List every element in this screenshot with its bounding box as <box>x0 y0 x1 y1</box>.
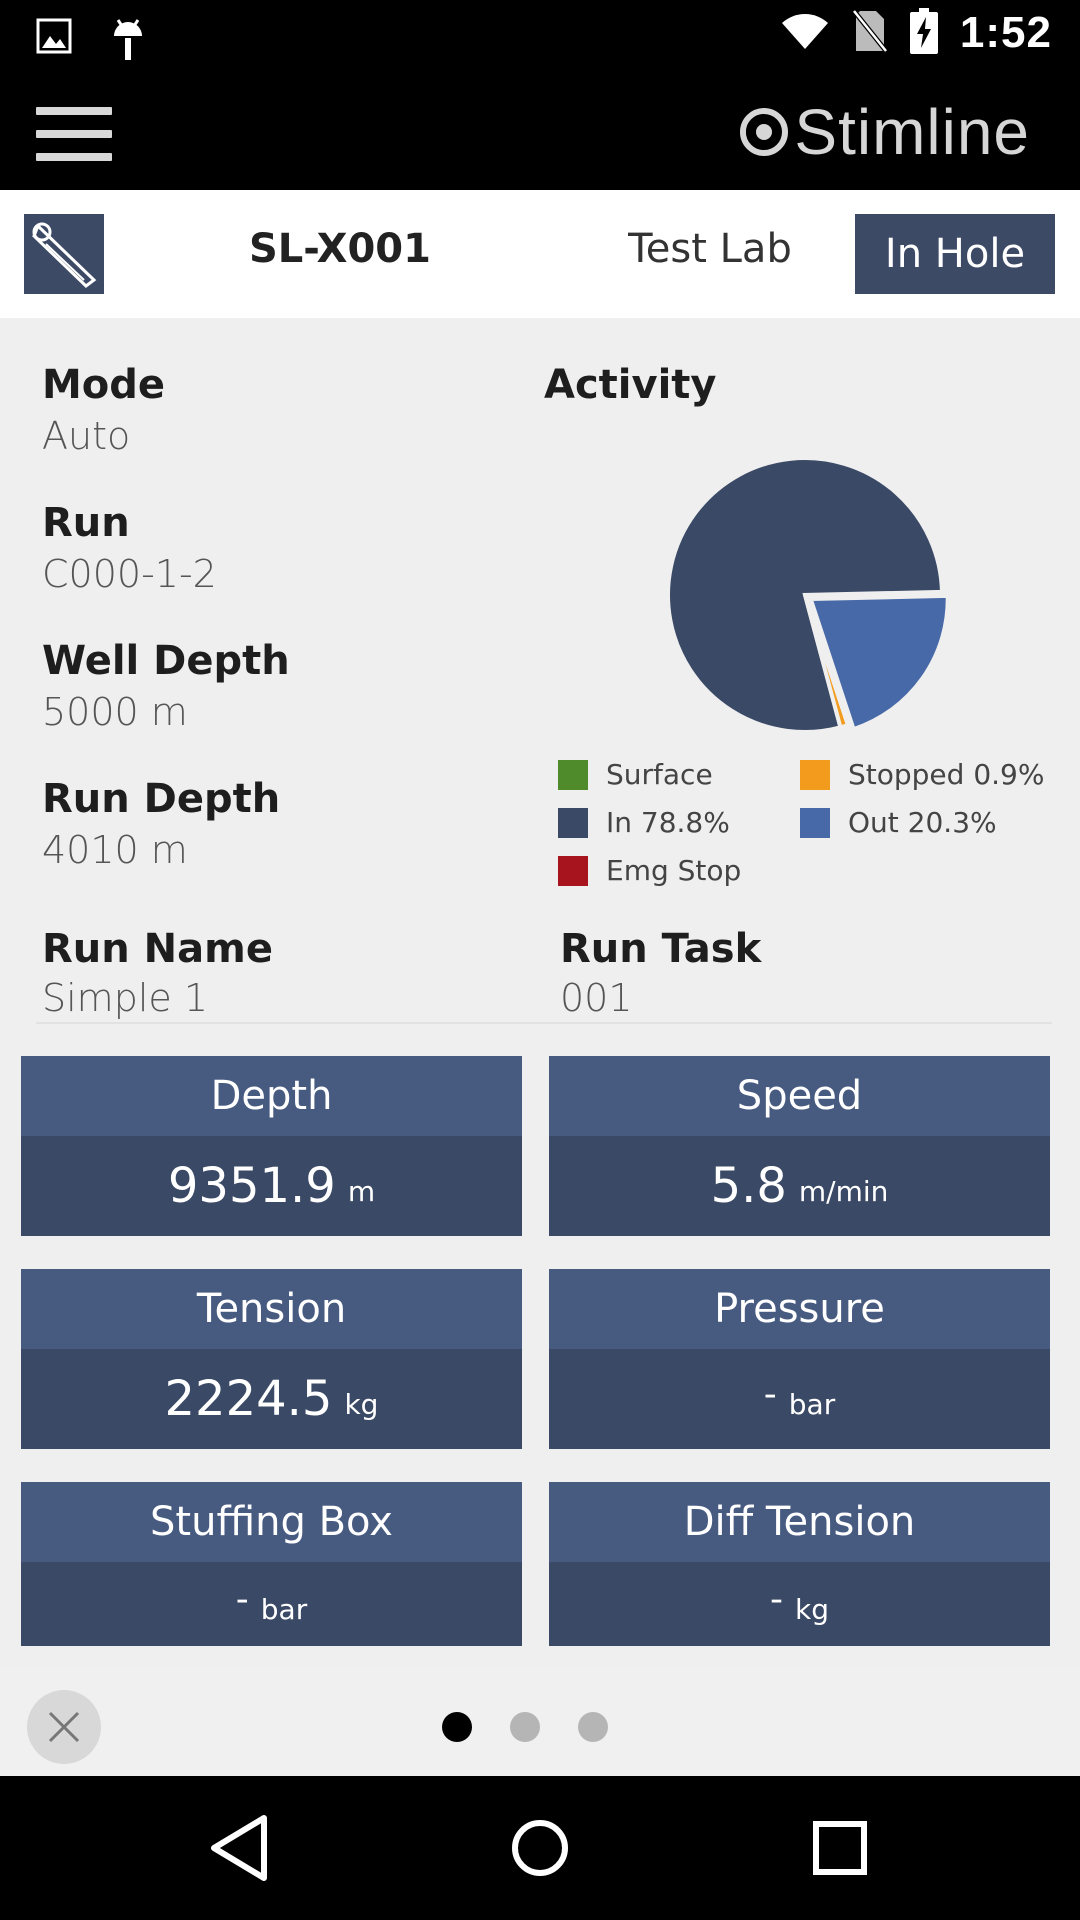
android-debug-icon <box>110 16 146 66</box>
legend-swatch <box>800 759 830 790</box>
tile-unit: m/min <box>798 1174 889 1208</box>
brand-logo: Stimline <box>738 96 1030 168</box>
activity-title: Activity <box>544 362 717 408</box>
divider <box>36 1022 1052 1024</box>
tile-label: Pressure <box>549 1269 1050 1349</box>
run-task-label: Run Task <box>560 926 762 972</box>
run-name-value: Simple 1 <box>42 976 209 1020</box>
unit-header: SL-X001 Test Lab In Hole <box>0 190 1080 318</box>
tile-unit: m <box>347 1174 376 1208</box>
well-depth-label: Well Depth <box>42 638 290 684</box>
status-time: 1:52 <box>959 8 1052 57</box>
tile-unit: kg <box>344 1387 379 1421</box>
tile-value: 2224.5 <box>164 1371 333 1427</box>
tile-depth[interactable]: Depth 9351.9 m <box>21 1056 522 1236</box>
tile-label: Stuffing Box <box>21 1482 522 1562</box>
legend-swatch <box>800 807 830 838</box>
brand-name: Stimline <box>794 96 1030 168</box>
tile-stuffing-box[interactable]: Stuffing Box - bar <box>21 1482 522 1646</box>
mode-value: Auto <box>42 414 131 458</box>
tile-value-area: 5.8 m/min <box>549 1136 1050 1236</box>
well-depth-value: 5000 m <box>42 690 188 734</box>
system-nav-bar <box>0 1776 1080 1920</box>
run-value: C000-1-2 <box>42 552 217 596</box>
tile-speed[interactable]: Speed 5.8 m/min <box>549 1056 1050 1236</box>
legend-label: Emg Stop <box>606 854 742 887</box>
mode-label: Mode <box>42 362 166 408</box>
run-task-value: 001 <box>560 976 633 1020</box>
tile-label: Diff Tension <box>549 1482 1050 1562</box>
legend-swatch <box>558 759 588 790</box>
legend-label: In 78.8% <box>606 806 730 839</box>
legend-item: Emg Stop <box>558 854 741 887</box>
legend-item: Stopped 0.9% <box>800 758 1044 791</box>
tile-value-area: 9351.9 m <box>21 1136 522 1236</box>
run-label: Run <box>42 500 130 546</box>
legend-item: Out 20.3% <box>800 806 997 839</box>
legend-label: Surface <box>606 758 713 791</box>
legend-label: Out 20.3% <box>848 806 997 839</box>
wireline-tool-icon[interactable] <box>24 214 104 294</box>
tile-value: 5.8 <box>710 1158 787 1214</box>
close-icon <box>48 1711 80 1743</box>
tile-pressure[interactable]: Pressure - bar <box>549 1269 1050 1449</box>
location-label: Test Lab <box>628 226 792 272</box>
unit-id: SL-X001 <box>249 226 431 272</box>
page-indicator <box>442 1712 608 1742</box>
legend-item: In 78.8% <box>558 806 730 839</box>
run-depth-value: 4010 m <box>42 828 188 872</box>
tile-tension[interactable]: Tension 2224.5 kg <box>21 1269 522 1449</box>
run-depth-label: Run Depth <box>42 776 281 822</box>
tile-unit: kg <box>795 1592 829 1626</box>
tile-diff-tension[interactable]: Diff Tension - kg <box>549 1482 1050 1646</box>
tile-unit: bar <box>260 1592 308 1626</box>
tile-value-area: - kg <box>549 1562 1050 1646</box>
page-dot-2[interactable] <box>510 1712 540 1742</box>
wifi-icon <box>780 11 830 55</box>
tile-value-area: 2224.5 kg <box>21 1349 522 1449</box>
in-hole-button[interactable]: In Hole <box>855 214 1055 294</box>
status-bar: 1:52 <box>0 0 1080 78</box>
home-icon[interactable] <box>498 1806 582 1890</box>
tile-label: Speed <box>549 1056 1050 1136</box>
recents-icon[interactable] <box>798 1806 882 1890</box>
tile-value: 9351.9 <box>167 1158 336 1214</box>
tile-label: Depth <box>21 1056 522 1136</box>
legend-swatch <box>558 807 588 838</box>
stimline-logo-icon <box>740 108 789 156</box>
legend-swatch <box>558 855 588 886</box>
activity-pie-chart <box>666 456 950 734</box>
tile-value: - <box>235 1578 249 1620</box>
legend-label: Stopped 0.9% <box>848 758 1045 791</box>
tile-value: - <box>763 1373 777 1415</box>
tile-unit: bar <box>788 1387 836 1421</box>
battery-charging-icon <box>909 8 938 58</box>
tile-value-area: - bar <box>549 1349 1050 1449</box>
image-icon <box>36 16 72 66</box>
tile-label: Tension <box>21 1269 522 1349</box>
back-icon[interactable] <box>198 1806 282 1890</box>
no-sim-icon <box>851 9 888 57</box>
legend-item: Surface <box>558 758 713 791</box>
tile-value-area: - bar <box>21 1562 522 1646</box>
app-bar: Stimline <box>0 78 1080 190</box>
page-dot-3[interactable] <box>578 1712 608 1742</box>
bottom-strip <box>0 1666 1080 1776</box>
run-name-label: Run Name <box>42 926 273 972</box>
tile-value: - <box>770 1578 783 1620</box>
close-button[interactable] <box>27 1690 101 1764</box>
hamburger-menu-icon[interactable] <box>36 107 112 161</box>
page-dot-1[interactable] <box>442 1712 472 1742</box>
